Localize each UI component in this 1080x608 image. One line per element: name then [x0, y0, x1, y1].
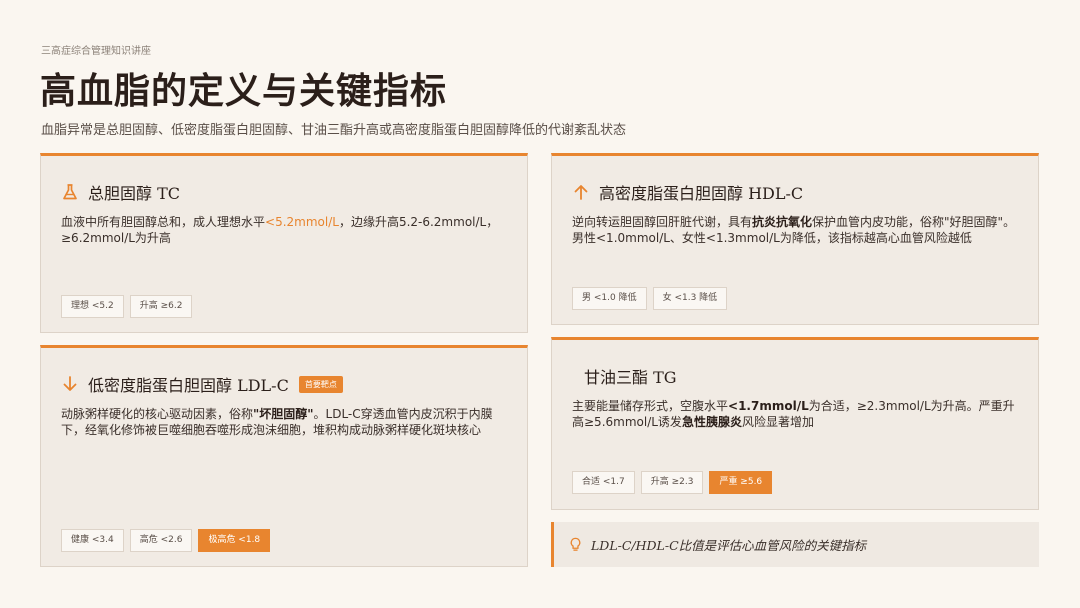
flask-icon [63, 184, 77, 200]
card-description: 逆向转运胆固醇回肝脏代谢，具有抗炎抗氧化保护血管内皮功能，俗称"好胆固醇"。男性… [572, 215, 1016, 245]
page-title: 高血脂的定义与关键指标 [40, 70, 448, 112]
tag-elevated: 升高 ≥6.2 [129, 295, 193, 318]
lightbulb-icon [570, 537, 581, 551]
tag-very-high-risk: 极高危 <1.8 [198, 529, 271, 552]
card-title: 高密度脂蛋白胆固醇 HDL-C [599, 184, 804, 203]
key-indicator-note: LDL-C/HDL-C比值是评估心血管风险的关键指标 [551, 522, 1039, 567]
card-title: 总胆固醇 TC [88, 184, 181, 203]
card-tc: 总胆固醇 TC 血液中所有胆固醇总和，成人理想水平<5.2mmol/L，边缘升高… [40, 153, 528, 333]
card-description: 主要能量储存形式，空腹水平<1.7mmol/L为合适，≥2.3mmol/L为升高… [572, 399, 1015, 429]
course-label: 三高症综合管理知识讲座 [41, 46, 151, 57]
card-ldl: 低密度脂蛋白胆固醇 LDL-C 首要靶点 动脉粥样硬化的核心驱动因素，俗称"坏胆… [40, 345, 528, 567]
primary-target-badge: 首要靶点 [298, 375, 343, 393]
card-hdl: 高密度脂蛋白胆固醇 HDL-C 逆向转运胆固醇回肝脏代谢，具有抗炎抗氧化保护血管… [551, 153, 1039, 325]
card-title: 低密度脂蛋白胆固醇 LDL-C [88, 376, 289, 395]
tag-male: 男 <1.0 降低 [572, 287, 647, 310]
card-description: 动脉粥样硬化的核心驱动因素，俗称"坏胆固醇"。LDL-C穿透血管内皮沉积于内膜下… [61, 407, 493, 437]
tag-normal: 合适 <1.7 [572, 471, 635, 494]
note-text: LDL-C/HDL-C比值是评估心血管风险的关键指标 [591, 538, 867, 553]
tag-female: 女 <1.3 降低 [652, 287, 728, 310]
page-subtitle: 血脂异常是总胆固醇、低密度脂蛋白胆固醇、甘油三酯升高或高密度脂蛋白胆固醇降低的代… [41, 123, 627, 138]
arrow-down-icon [63, 376, 77, 391]
card-description: 血液中所有胆固醇总和，成人理想水平<5.2mmol/L，边缘升高5.2-6.2m… [61, 215, 499, 245]
highlight-value: <5.2mmol/L [265, 215, 339, 229]
tag-healthy: 健康 <3.4 [61, 529, 124, 552]
tag-ideal: 理想 <5.2 [61, 295, 124, 318]
tag-elevated: 升高 ≥2.3 [640, 471, 704, 494]
tag-high-risk: 高危 <2.6 [129, 529, 193, 552]
tag-severe: 严重 ≥5.6 [709, 471, 773, 494]
arrow-up-icon [574, 185, 588, 200]
card-title: 甘油三酯 TG [584, 368, 677, 387]
card-tg: 甘油三酯 TG 主要能量储存形式，空腹水平<1.7mmol/L为合适，≥2.3m… [551, 337, 1039, 510]
